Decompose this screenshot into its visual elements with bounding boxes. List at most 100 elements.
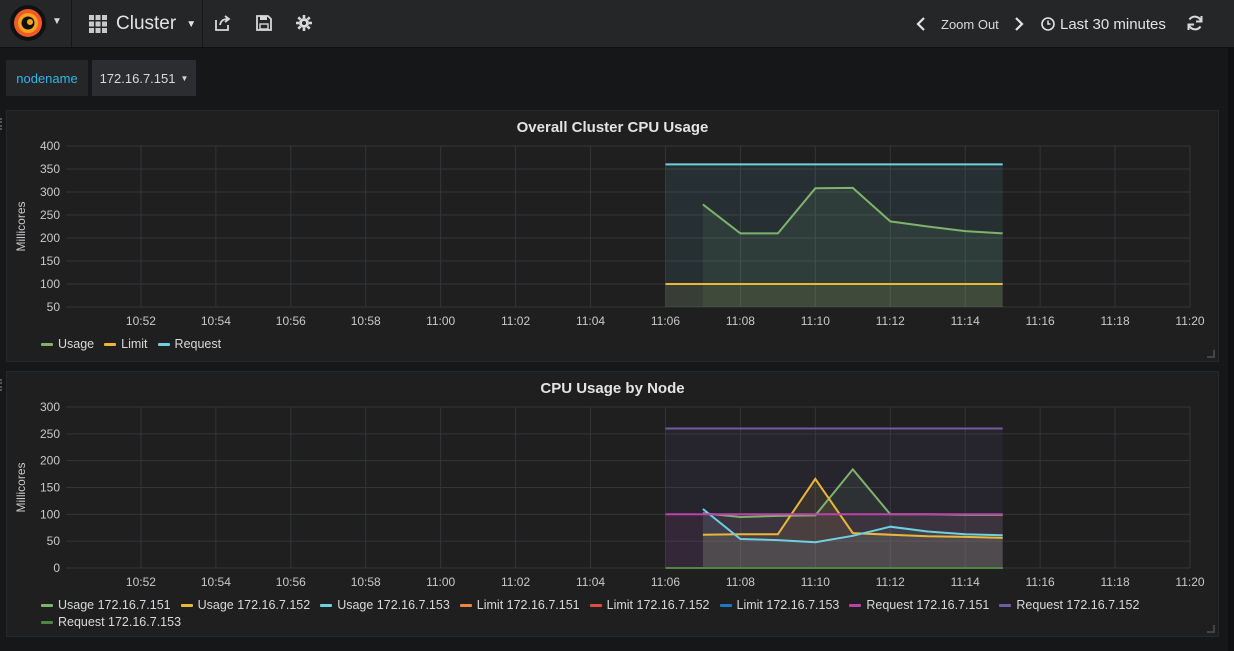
- x-tick-label: 11:04: [576, 314, 605, 328]
- legend-label: Limit 172.16.7.152: [606, 598, 710, 612]
- gear-icon[interactable]: [295, 14, 313, 32]
- save-icon[interactable]: [255, 14, 273, 32]
- y-tick-label: 50: [47, 534, 61, 548]
- caret-down-icon: ▼: [180, 73, 189, 83]
- graph-legend: Usage 172.16.7.151 Usage 172.16.7.152 Usag…: [41, 598, 1141, 629]
- x-tick-label: 10:54: [201, 314, 231, 328]
- legend-label: Request 172.16.7.151: [866, 598, 990, 612]
- x-tick-label: 10:58: [351, 314, 381, 328]
- divider: [71, 0, 72, 47]
- cluster-cpu-graph[interactable]: 400 350 300 250 200 150 100 50 10:52 10:54 10:56 10…: [7, 111, 1218, 361]
- legend-label: Usage 172.16.7.153: [337, 598, 450, 612]
- y-tick-label: 150: [40, 254, 60, 268]
- x-tick-label: 10:56: [276, 314, 306, 328]
- y-tick-label: 350: [40, 162, 60, 176]
- x-tick-label: 11:10: [801, 575, 830, 589]
- time-range-label: Last 30 minutes: [1060, 15, 1166, 33]
- y-tick-label: 250: [40, 427, 60, 441]
- caret-down-icon: ▼: [186, 18, 197, 30]
- y-tick-label: 100: [40, 507, 60, 521]
- top-navbar: ▼ Cluster ▼ Zoom Out Last 30 minutes: [0, 0, 1234, 48]
- x-tick-label: 11:18: [1100, 314, 1129, 328]
- row-drag-handle[interactable]: [0, 118, 5, 130]
- x-tick-label: 10:58: [351, 575, 381, 589]
- chevron-right-icon[interactable]: [1013, 17, 1025, 31]
- x-tick-label: 11:06: [651, 314, 680, 328]
- row-drag-handle[interactable]: [0, 379, 5, 391]
- legend-swatch: [459, 603, 472, 607]
- x-tick-label: 11:10: [801, 314, 830, 328]
- y-tick-label: 50: [47, 300, 61, 314]
- scrollbar-track[interactable]: [1228, 47, 1234, 651]
- legend-item[interactable]: Usage 172.16.7.152: [180, 598, 311, 612]
- x-tick-label: 11:14: [951, 575, 980, 589]
- dashboard-grid-icon: [89, 15, 107, 33]
- grafana-logo-icon: [10, 5, 46, 41]
- time-range-picker[interactable]: Last 30 minutes: [1041, 12, 1166, 36]
- zoom-controls: Zoom Out: [915, 12, 1025, 36]
- legend-item[interactable]: Limit 172.16.7.153: [719, 598, 840, 612]
- legend-item[interactable]: Usage 172.16.7.151: [41, 598, 171, 612]
- resize-handle[interactable]: [1207, 625, 1215, 633]
- grafana-menu-button[interactable]: ▼: [0, 0, 70, 47]
- series-area: [665, 164, 1003, 307]
- chevron-left-icon[interactable]: [915, 17, 927, 31]
- legend-item[interactable]: Limit 172.16.7.151: [459, 598, 580, 612]
- x-tick-label: 11:00: [426, 314, 455, 328]
- legend-swatch: [719, 603, 732, 607]
- legend-label: Limit 172.16.7.153: [736, 598, 840, 612]
- node-cpu-graph[interactable]: 300 250 200 150 100 50 0 10:52 10:54 10:56 10:58 11…: [7, 372, 1218, 636]
- y-tick-label: 300: [40, 185, 60, 199]
- legend-label: Limit: [121, 337, 148, 351]
- x-tick-label: 11:02: [501, 314, 530, 328]
- y-tick-label: 200: [40, 454, 60, 468]
- legend-item[interactable]: Request 172.16.7.151: [849, 598, 989, 612]
- legend-item[interactable]: Usage 172.16.7.153: [320, 598, 450, 612]
- resize-handle[interactable]: [1207, 350, 1215, 358]
- x-tick-label: 11:14: [951, 314, 980, 328]
- panel-overall-cluster-cpu: Overall Cluster CPU Usage 400 350 300 250 20…: [6, 110, 1219, 362]
- legend-item[interactable]: Limit: [104, 337, 148, 351]
- variable-value: 172.16.7.151: [99, 70, 176, 86]
- legend-item[interactable]: Limit 172.16.7.152: [589, 598, 710, 612]
- legend-swatch: [41, 342, 53, 346]
- legend-swatch: [157, 342, 170, 346]
- zoom-out-button[interactable]: Zoom Out: [941, 17, 999, 32]
- y-tick-label: 400: [40, 139, 60, 153]
- share-icon[interactable]: [214, 14, 232, 32]
- legend-label: Request 172.16.7.152: [1016, 598, 1140, 612]
- y-tick-label: 100: [40, 277, 60, 291]
- dashboard-picker[interactable]: Cluster ▼: [88, 10, 196, 38]
- legend-swatch: [589, 603, 602, 607]
- legend-item[interactable]: Request: [157, 337, 222, 351]
- x-tick-label: 10:54: [201, 575, 231, 589]
- legend-swatch: [999, 603, 1012, 607]
- caret-down-icon: ▼: [52, 16, 62, 27]
- x-tick-label: 11:12: [876, 575, 905, 589]
- legend-label: Request: [174, 337, 222, 351]
- legend-label: Usage 172.16.7.152: [197, 598, 311, 612]
- x-tick-label: 11:20: [1175, 575, 1204, 589]
- legend-swatch: [104, 342, 117, 346]
- legend-item[interactable]: Usage: [41, 337, 94, 351]
- graph-legend: Usage Limit Request: [41, 337, 1141, 351]
- variable-nodename-select[interactable]: 172.16.7.151 ▼: [92, 60, 196, 96]
- clock-icon: [1041, 17, 1055, 31]
- legend-swatch: [41, 603, 53, 607]
- refresh-icon[interactable]: [1186, 14, 1204, 32]
- y-tick-label: 300: [40, 400, 60, 414]
- x-tick-label: 11:18: [1100, 575, 1129, 589]
- legend-swatch: [180, 603, 193, 607]
- y-tick-label: 200: [40, 231, 60, 245]
- legend-label: Usage: [58, 337, 95, 351]
- panel-cpu-usage-by-node: CPU Usage by Node 300 250 200 150 100 50 0 10:5…: [6, 371, 1219, 637]
- dashboard-title: Cluster: [116, 13, 177, 34]
- legend-label: Request 172.16.7.153: [58, 615, 182, 629]
- x-tick-label: 11:12: [876, 314, 905, 328]
- x-tick-label: 10:56: [276, 575, 306, 589]
- y-tick-label: 150: [40, 481, 60, 495]
- x-tick-label: 11:02: [501, 575, 530, 589]
- y-axis-label: Millicores: [14, 201, 28, 251]
- legend-item[interactable]: Request 172.16.7.152: [999, 598, 1139, 612]
- legend-item[interactable]: Request 172.16.7.153: [41, 615, 181, 629]
